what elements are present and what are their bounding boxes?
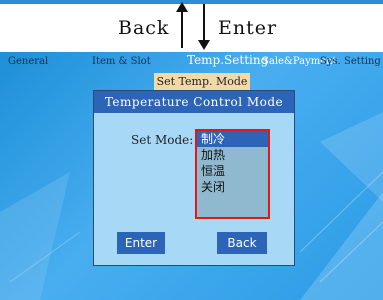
device-screen: General Item & Slot Temp.Setting Sale&Pa… xyxy=(0,52,383,300)
submenu-set-temp-mode[interactable]: Set Temp. Mode xyxy=(154,73,250,91)
mode-option-constant-temp[interactable]: 恒温 xyxy=(197,163,268,179)
mode-option-heating[interactable]: 加热 xyxy=(197,147,268,163)
set-mode-label: Set Mode: xyxy=(131,133,194,147)
mode-option-cooling[interactable]: 制冷 xyxy=(197,131,268,147)
back-hint-label: Back xyxy=(118,17,170,39)
enter-hint-label: Enter xyxy=(218,17,278,39)
enter-button[interactable]: Enter xyxy=(117,232,165,254)
menu-item-item-slot[interactable]: Item & Slot xyxy=(92,56,151,67)
top-menu-bar: General Item & Slot Temp.Setting Sale&Pa… xyxy=(0,52,383,72)
menu-item-sys-setting[interactable]: Sys. Setting xyxy=(320,56,381,67)
menu-item-temp-setting[interactable]: Temp.Setting xyxy=(187,53,268,67)
navigation-hint-area: Back Enter xyxy=(0,0,383,52)
menu-item-general[interactable]: General xyxy=(8,56,48,67)
down-arrow-icon xyxy=(198,4,210,50)
back-button[interactable]: Back xyxy=(217,232,267,254)
temperature-mode-dialog: Temperature Control Mode Set Mode: 制冷 加热… xyxy=(93,90,295,266)
up-arrow-icon xyxy=(176,2,188,48)
top-strip xyxy=(0,0,383,4)
dialog-title: Temperature Control Mode xyxy=(94,91,294,113)
mode-list[interactable]: 制冷 加热 恒温 关闭 xyxy=(195,129,270,219)
mode-option-off[interactable]: 关闭 xyxy=(197,179,268,195)
